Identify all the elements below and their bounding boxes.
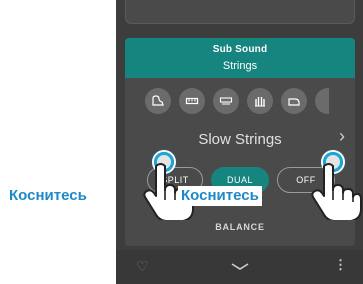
app-screen: Sub Sound Strings Slow Strings › SPLIT D… <box>116 0 363 284</box>
electric-piano-icon[interactable] <box>179 88 205 114</box>
heart-icon[interactable]: ♡ <box>136 258 149 275</box>
panel-header: Sub Sound Strings <box>125 38 355 78</box>
tap-hint-left: Коснитесь <box>6 186 90 206</box>
bottom-bar: ♡ ⋮ <box>116 250 363 284</box>
more-vertical-icon[interactable]: ⋮ <box>334 257 347 273</box>
stage: Sub Sound Strings Slow Strings › SPLIT D… <box>0 0 363 284</box>
tap-hint-right: Коснитесь <box>178 186 262 206</box>
grand-piano-icon[interactable] <box>145 88 171 114</box>
hand-pointer-icon <box>302 160 362 225</box>
voice-name[interactable]: Slow Strings <box>125 131 355 148</box>
panel-subtitle: Strings <box>222 60 258 72</box>
harpsichord-icon[interactable] <box>281 88 307 114</box>
previous-panel-card <box>125 0 355 24</box>
more-instruments-icon[interactable] <box>315 88 329 114</box>
instrument-category-row <box>125 88 355 114</box>
electric-piano-2-icon[interactable] <box>213 88 239 114</box>
chevron-down-icon[interactable] <box>230 258 250 276</box>
panel-title: Sub Sound <box>212 44 268 55</box>
organ-icon[interactable] <box>247 88 273 114</box>
chevron-right-icon[interactable]: › <box>339 126 345 147</box>
